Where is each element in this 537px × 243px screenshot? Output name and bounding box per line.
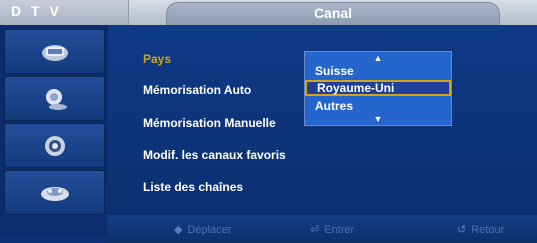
menu-item-pays[interactable]: Pays xyxy=(143,52,171,66)
menu-title: Canal xyxy=(313,5,353,21)
dropdown-option-suisse[interactable]: Suisse xyxy=(305,63,451,79)
menu-category-sidebar xyxy=(0,25,107,238)
return-icon: ↺ xyxy=(457,224,467,236)
menu-item-memorisation-manuelle[interactable]: Mémorisation Manuelle xyxy=(143,116,276,130)
menu-item-memorisation-auto[interactable]: Mémorisation Auto xyxy=(143,83,251,97)
sidebar-item-sound[interactable] xyxy=(4,76,105,121)
tv-menu-screen: D T V Canal Pays Mémorisation Auto Mémor… xyxy=(0,0,537,243)
sidebar-item-channel[interactable] xyxy=(4,123,105,168)
scroll-up-icon[interactable]: ▲ xyxy=(305,52,451,63)
dropdown-option-autres[interactable]: Autres xyxy=(305,98,451,114)
source-mode-label: D T V xyxy=(11,3,62,19)
channel-icon xyxy=(44,135,65,156)
picture-icon xyxy=(41,44,68,61)
enter-icon: ⏎ xyxy=(310,224,320,236)
setup-icon xyxy=(40,186,69,201)
help-enter-label: Entrer xyxy=(324,223,355,236)
menu-item-modif-favoris[interactable]: Modif. les canaux favoris xyxy=(143,148,286,162)
country-dropdown[interactable]: ▲ Suisse Royaume-Uni Autres ▼ xyxy=(304,51,452,126)
help-return-label: Retour xyxy=(471,223,505,236)
menu-title-bar: D T V Canal xyxy=(0,0,537,25)
dropdown-option-royaume-uni[interactable]: Royaume-Uni xyxy=(305,80,451,96)
sound-icon xyxy=(45,88,67,110)
help-enter: ⏎ Entrer xyxy=(310,223,355,237)
sidebar-item-picture[interactable] xyxy=(4,29,105,74)
move-icon: ◆ xyxy=(174,224,183,236)
help-bar: ◆ Déplacer ⏎ Entrer ↺ Retour xyxy=(107,215,537,243)
help-move-label: Déplacer xyxy=(187,223,232,236)
scroll-down-icon[interactable]: ▼ xyxy=(305,113,451,124)
source-mode-area: D T V xyxy=(0,0,129,25)
help-return: ↺ Retour xyxy=(457,223,505,237)
help-move: ◆ Déplacer xyxy=(174,223,232,237)
sidebar-item-setup[interactable] xyxy=(4,170,105,215)
menu-title-tab: Canal xyxy=(166,2,500,25)
menu-item-liste-chaines[interactable]: Liste des chaînes xyxy=(143,180,243,194)
